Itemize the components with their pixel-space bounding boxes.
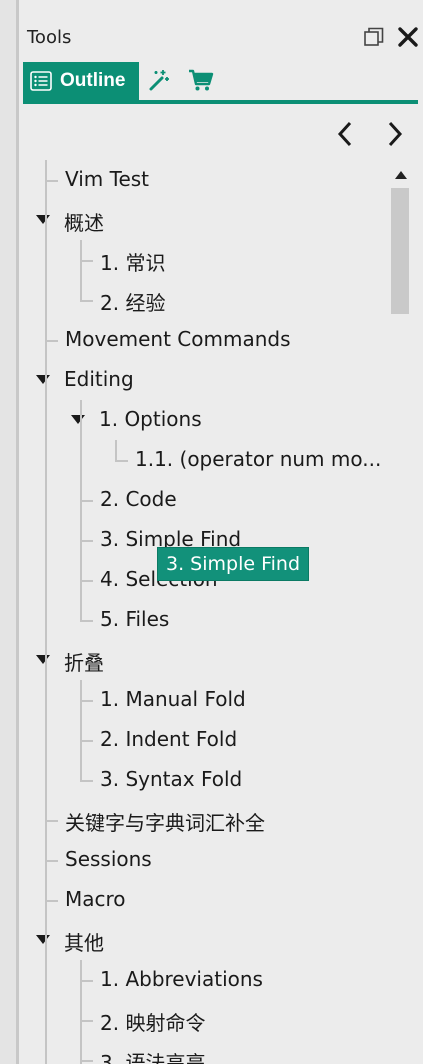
outline-item-label: Macro xyxy=(65,887,126,911)
outline-item-label: 2. 经验 xyxy=(100,291,166,315)
outline-item-row[interactable]: 5. Files xyxy=(19,600,389,640)
outline-item-row[interactable]: 1. Abbreviations xyxy=(19,960,389,1000)
tab-outline[interactable]: Outline xyxy=(23,62,139,100)
outline-item-row[interactable]: Movement Commands xyxy=(19,320,389,360)
outline-group-row[interactable]: 折叠 xyxy=(19,640,389,680)
outline-item-label: Editing xyxy=(64,367,134,391)
outline-item-label: 1. Abbreviations xyxy=(100,967,263,991)
tree-guide-line xyxy=(80,680,82,782)
vertical-scrollbar-thumb[interactable] xyxy=(391,188,409,314)
outline-tree: Vim Test 概述 1. 常识 2. 经验 Movement Commands Edi… xyxy=(19,160,389,1064)
outline-item-row[interactable]: Macro xyxy=(19,880,389,920)
outline-item-label: 其他 xyxy=(64,931,104,955)
outline-item-label: 5. Files xyxy=(100,607,170,631)
expand-caret-icon[interactable] xyxy=(36,215,50,224)
outline-item-label: Movement Commands xyxy=(65,327,291,351)
expand-caret-icon[interactable] xyxy=(71,415,85,424)
outline-group-row[interactable]: Editing xyxy=(19,360,389,400)
outline-item-row[interactable]: 1. Manual Fold xyxy=(19,680,389,720)
outline-item-label: 1. 常识 xyxy=(100,251,166,275)
outline-item-label: Sessions xyxy=(65,847,152,871)
outline-item-row[interactable]: 3. 语法高亮 xyxy=(19,1040,389,1064)
outline-item-label: 关键字与字典词汇补全 xyxy=(65,811,265,835)
outline-item-label: Vim Test xyxy=(65,167,150,191)
outline-item-label: 1. Manual Fold xyxy=(100,687,246,711)
outline-item-label: 1. Options xyxy=(99,407,202,431)
panel-title: Tools xyxy=(27,27,72,48)
outline-item-label: 2. Indent Fold xyxy=(100,727,238,751)
outline-item-row[interactable]: 1.1. (operator num mo... xyxy=(19,440,389,480)
tools-panel: Tools Outline Vim Test 概述 1. 常识 2. 经验 Mo… xyxy=(19,0,423,1064)
scroll-up-arrow-icon[interactable] xyxy=(395,171,407,179)
expand-caret-icon[interactable] xyxy=(36,655,50,664)
outline-group-row[interactable]: 其他 xyxy=(19,920,389,960)
outline-item-label: 3. Syntax Fold xyxy=(100,767,243,791)
tab-bar: Outline xyxy=(19,58,423,105)
outline-item-row[interactable]: 2. 经验 xyxy=(19,280,389,320)
outline-item-label: 1.1. (operator num mo... xyxy=(135,447,382,471)
tab-outline-label: Outline xyxy=(60,70,126,91)
drag-ghost-label: 3. Simple Find xyxy=(157,547,310,581)
chevron-left-icon[interactable] xyxy=(335,120,357,148)
tree-guide-line xyxy=(80,400,82,622)
outline-item-row[interactable]: 3. Syntax Fold xyxy=(19,760,389,800)
magic-wand-icon[interactable] xyxy=(147,68,171,92)
tree-guide-line xyxy=(115,440,117,462)
outline-item-row[interactable]: Vim Test xyxy=(19,160,389,200)
outline-item-row[interactable]: 1. 常识 xyxy=(19,240,389,280)
chevron-right-icon[interactable] xyxy=(383,120,405,148)
close-icon[interactable] xyxy=(396,25,420,49)
expand-caret-icon[interactable] xyxy=(36,375,50,384)
outline-item-label: 3. 语法高亮 xyxy=(100,1051,206,1064)
outline-item-row[interactable]: 2. 映射命令 xyxy=(19,1000,389,1040)
outline-item-row[interactable]: 2. Indent Fold xyxy=(19,720,389,760)
tree-guide-line xyxy=(80,240,82,302)
outline-item-label: 2. 映射命令 xyxy=(100,1011,206,1035)
outline-list-icon xyxy=(30,71,52,91)
outline-group-row[interactable]: 概述 xyxy=(19,200,389,240)
tree-guide-line xyxy=(80,960,82,1064)
active-tab-underline xyxy=(23,100,418,104)
restore-window-icon[interactable] xyxy=(364,27,384,47)
outline-group-row[interactable]: 1. Options xyxy=(19,400,389,440)
outline-item-row[interactable]: Sessions xyxy=(19,840,389,880)
left-edge-strip xyxy=(0,0,16,1064)
outline-item-row[interactable]: 关键字与字典词汇补全 xyxy=(19,800,389,840)
outline-item-label: 概述 xyxy=(64,211,104,235)
outline-item-label: 2. Code xyxy=(100,487,177,511)
outline-item-label: 折叠 xyxy=(64,651,104,675)
tree-guide-line xyxy=(45,160,47,1064)
panel-titlebar: Tools xyxy=(19,16,423,58)
outline-item-row[interactable]: 2. Code xyxy=(19,480,389,520)
expand-caret-icon[interactable] xyxy=(36,935,50,944)
shopping-cart-icon[interactable] xyxy=(188,68,214,92)
